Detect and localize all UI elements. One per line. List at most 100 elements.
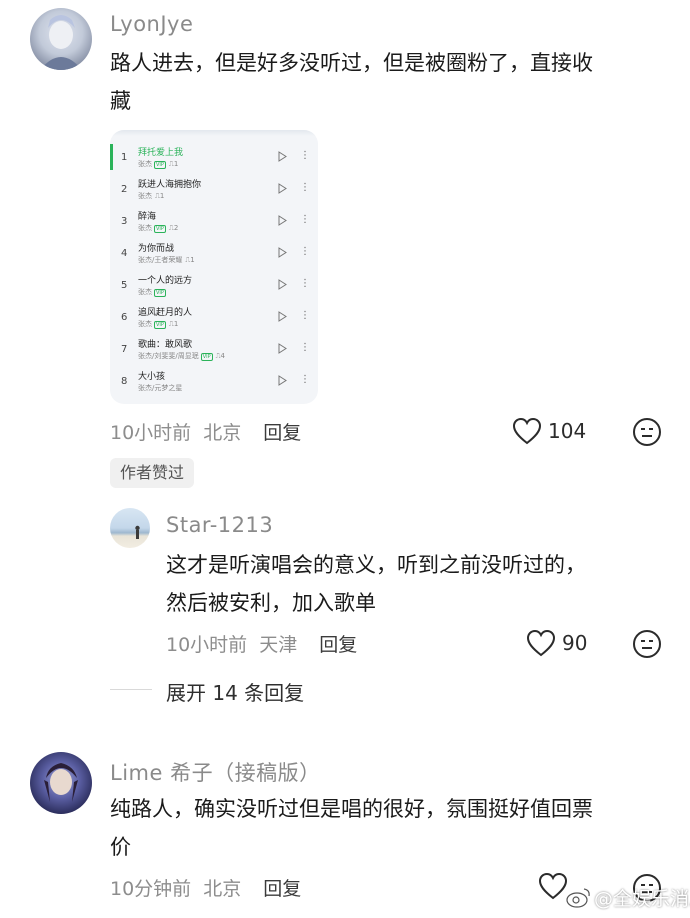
play-next-icon [278,375,287,386]
playlist-song-row: 8 大小孩 张杰/元梦之星 ⋮ [110,366,318,398]
emoji-reaction-button[interactable] [632,417,662,447]
song-number: 7 [121,344,128,355]
avatar[interactable] [110,508,150,548]
song-number: 3 [121,216,128,227]
reply-text-line: 然后被安利，加入歌单 [166,591,376,615]
song-count-value: 1 [173,320,179,328]
playlist-song-row: 4 为你而战 张杰/王者荣耀 ⎍1 ⋮ [110,238,318,270]
reply-button[interactable]: 回复 [263,878,301,900]
author-liked-badge: 作者赞过 [110,458,195,488]
playlist-song-row: 2 跃进人海拥抱你 张杰 ⎍1 ⋮ [110,174,318,206]
song-number: 2 [121,184,128,195]
playlist-image[interactable]: 1 拜托爱上我 张杰 VIP ⎍1 ⋮ 2 跃进人海拥抱你 张杰 ⎍1 ⋮ 3 醉海 张杰 VIP ⎍2 ⋮ 4 为… [110,130,318,404]
song-count-value: 2 [173,224,179,232]
song-count: ⎍2 [168,224,179,232]
comment-time: 10小时前 [110,422,192,444]
song-number: 4 [121,248,128,259]
like-count: 104 [548,419,587,443]
playlist-song-row: 5 一个人的远方 张杰 VIP ⋮ [110,270,318,302]
playlist-song-row: 7 歌曲：敢风歌 张杰/刘斐斐/周显珉 VIP ⎍4 ⋮ [110,334,318,366]
song-count-value: 4 [220,352,226,360]
comment-text: 路人进去，但是好多没听过，但是被圈粉了，直接收 藏 [110,44,670,120]
heart-outline-icon [526,629,556,657]
song-artist-name: 张杰 [138,224,152,232]
like-button[interactable] [538,872,568,902]
reply-time: 10小时前 [166,634,248,656]
comment-text-line: 藏 [110,89,131,113]
song-number: 8 [121,376,128,387]
reply-button[interactable]: 回复 [319,634,357,656]
avatar-figure [44,763,78,802]
reply-username[interactable]: Star-1213 [166,513,273,537]
avatar[interactable] [30,8,92,70]
comment-username[interactable]: LyonJye [110,12,193,36]
song-number: 5 [121,280,128,291]
song-title: 拜托爱上我 [138,148,184,158]
comment-username[interactable]: Lime 希子（接稿版） [110,757,321,787]
vertical-dots-icon: ⋮ [300,310,310,321]
comment-text: 纯路人，确实没听过但是唱的很好，氛围挺好值回票 价 [110,790,670,866]
neutral-face-icon [633,418,661,446]
song-artist-name: 张杰/王者荣耀 [138,256,183,264]
comment-text-line: 价 [110,835,131,859]
comment-meta: 10分钟前 北京 回复 [110,874,301,901]
playlist-song-row: 3 醉海 张杰 VIP ⎍2 ⋮ [110,206,318,238]
song-artist-name: 张杰 [138,192,152,200]
reply-meta: 10小时前 天津 回复 [166,630,357,657]
song-count-value: 1 [159,192,165,200]
playlist-top-fade [110,130,318,136]
play-next-icon [278,183,287,194]
play-next-icon [278,343,287,354]
play-next-icon [278,151,287,162]
playlist-song-row: 6 追风赶月的人 张杰 VIP ⎍1 ⋮ [110,302,318,334]
song-count-value: 1 [173,160,179,168]
song-artist-name: 张杰 [138,160,152,168]
avatar-figure [135,525,140,539]
comment-location: 北京 [203,422,242,444]
reply-location: 天津 [259,634,298,656]
play-next-icon [278,247,287,258]
vip-badge: VIP [154,289,166,297]
song-artist-name: 张杰 [138,320,152,328]
song-artist: 张杰 VIP ⎍2 [138,223,178,233]
avatar[interactable] [30,752,92,814]
vertical-dots-icon: ⋮ [300,214,310,225]
heart-outline-icon [512,417,542,445]
song-number: 1 [121,152,128,163]
emoji-reaction-button[interactable] [632,629,662,659]
comment-text-line: 纯路人，确实没听过但是唱的很好，氛围挺好值回票 [110,797,593,821]
vertical-dots-icon: ⋮ [300,278,310,289]
play-next-icon [278,311,287,322]
vertical-dots-icon: ⋮ [300,150,310,161]
song-artist: 张杰 VIP ⎍1 [138,319,178,329]
song-artist: 张杰 VIP [138,287,166,297]
weibo-logo-icon [566,888,590,908]
vertical-dots-icon: ⋮ [300,342,310,353]
song-artist: 张杰/王者荣耀 ⎍1 [138,255,195,265]
heart-outline-icon [538,872,568,900]
song-artist: 张杰/元梦之星 [138,383,182,393]
playlist-song-row: 1 拜托爱上我 张杰 VIP ⎍1 ⋮ [110,142,318,174]
reply-button[interactable]: 回复 [263,422,301,444]
comment-location: 北京 [203,878,242,900]
play-next-icon [278,279,287,290]
reply-text-line: 这才是听演唱会的意义，听到之前没听过的， [166,553,586,577]
song-count: ⎍1 [168,160,179,168]
song-title: 醉海 [138,212,157,222]
vip-badge: VIP [154,321,166,329]
reply-text: 这才是听演唱会的意义，听到之前没听过的， 然后被安利，加入歌单 [166,546,666,622]
song-number: 6 [121,312,128,323]
song-title: 跃进人海拥抱你 [138,180,202,190]
thread-divider [110,689,152,690]
play-next-icon [278,215,287,226]
comment-text-line: 路人进去，但是好多没听过，但是被圈粉了，直接收 [110,51,593,75]
vertical-dots-icon: ⋮ [300,246,310,257]
active-song-indicator [110,144,113,170]
song-title: 大小孩 [138,372,166,382]
comment-meta: 10小时前 北京 回复 [110,418,301,445]
song-count: ⎍1 [168,320,179,328]
expand-replies-button[interactable]: 展开 14 条回复 [166,677,304,706]
comment-time: 10分钟前 [110,878,192,900]
song-count: ⎍1 [155,192,165,200]
song-count: ⎍1 [185,256,195,264]
